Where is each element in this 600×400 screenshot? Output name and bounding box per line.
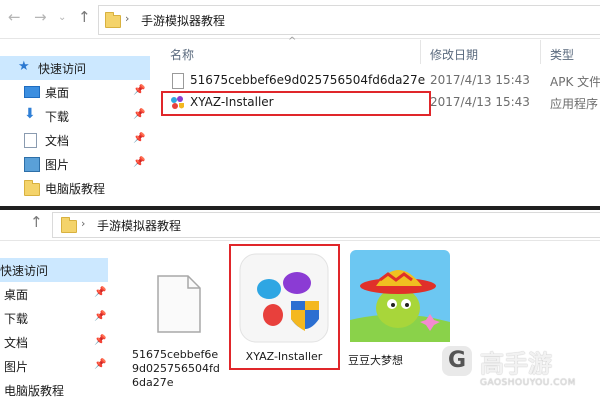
folder-icon [105, 12, 121, 28]
folder-icon [61, 217, 77, 233]
breadcrumb-current[interactable]: 手游模拟器教程 [97, 217, 181, 234]
pin-icon[interactable]: 📌 [133, 157, 145, 168]
pin-icon[interactable]: 📌 [94, 335, 106, 346]
column-header-type[interactable]: 类型 [550, 46, 574, 63]
pin-icon[interactable]: 📌 [133, 133, 145, 144]
file-type: 应用程序 [550, 97, 599, 111]
brand-url: GAOSHOUYOU.COM [480, 378, 576, 388]
blank-file-icon [172, 73, 184, 89]
sidebar-item-desktop[interactable]: 桌面 📌 [0, 282, 108, 306]
up-arrow-icon[interactable]: ↑ [30, 213, 43, 231]
download-icon: ⬇ [24, 106, 36, 122]
sidebar-item-label: 文档 [4, 336, 29, 350]
recent-dropdown-icon[interactable]: ⌄ [58, 12, 66, 23]
picture-icon [24, 157, 40, 172]
tile-label-line: 豆豆大梦想 [348, 354, 403, 367]
pin-icon[interactable]: 📌 [133, 109, 145, 120]
address-bar: ← → ⌄ ↑ › 手游模拟器教程 [0, 0, 600, 39]
sidebar-item-pc-tutorial[interactable]: 电脑版教程 [0, 176, 150, 200]
file-name: 51675cebbef6e9d025756504fd6da27e [190, 73, 426, 87]
pin-icon[interactable]: 📌 [94, 359, 106, 370]
tile-label-line: 51675cebbef6e [132, 348, 219, 361]
highlight-box [161, 91, 431, 116]
sidebar-item-downloads[interactable]: 下载 📌 [0, 306, 108, 330]
tile-label-line: 6da27e [132, 376, 174, 389]
sidebar-item-label: 图片 [4, 360, 29, 374]
column-header-date[interactable]: 修改日期 [430, 46, 478, 63]
pin-icon[interactable]: 📌 [94, 311, 106, 322]
sidebar-item-quick-access[interactable]: 快速访问 [0, 258, 108, 282]
sidebar-item-pictures[interactable]: 图片 📌 [0, 354, 108, 378]
sidebar-item-label: 下载 [4, 312, 29, 326]
blank-file-icon [157, 275, 201, 333]
top-explorer-window: ← → ⌄ ↑ › 手游模拟器教程 ★ 快速访问 桌面 📌 ⬇ 下载 📌 文档 … [0, 0, 600, 206]
chevron-right-icon[interactable]: › [81, 217, 85, 230]
highlight-box [229, 244, 340, 370]
sidebar-item-label: 电脑版教程 [4, 384, 65, 398]
brand-name: 高手游 [480, 350, 552, 378]
file-date: 2017/4/13 15:43 [430, 95, 530, 109]
forward-arrow-icon[interactable]: → [34, 8, 47, 26]
address-field[interactable]: › 手游模拟器教程 [52, 212, 600, 238]
breadcrumb-current[interactable]: 手游模拟器教程 [141, 12, 225, 29]
sidebar-item-label: 文档 [45, 134, 70, 148]
file-date: 2017/4/13 15:43 [430, 73, 530, 87]
folder-icon [24, 180, 40, 196]
sidebar-item-documents[interactable]: 文档 📌 [0, 330, 108, 354]
sidebar-item-label: 图片 [45, 158, 70, 172]
column-header-name[interactable]: 名称 [170, 46, 194, 63]
game-bean-icon [350, 250, 450, 342]
file-tile[interactable]: 豆豆大梦想 [348, 246, 452, 367]
sidebar-item-label: 快速访问 [0, 264, 49, 278]
column-divider[interactable] [420, 40, 421, 64]
sidebar-item-label: 电脑版教程 [45, 182, 106, 196]
sidebar-item-pictures[interactable]: 图片 📌 [0, 152, 150, 176]
brand-logo: G [442, 346, 472, 376]
address-field[interactable]: › 手游模拟器教程 [98, 5, 600, 35]
tile-label-line: 9d025756504fd [132, 362, 220, 375]
sidebar-item-downloads[interactable]: ⬇ 下载 📌 [0, 104, 150, 128]
file-tile[interactable]: 51675cebbef6e 9d025756504fd 6da27e [130, 250, 226, 390]
sort-caret-icon: ^ [288, 36, 297, 47]
sidebar-item-label: 下载 [45, 110, 70, 124]
address-bar: ↑ › 手游模拟器教程 [0, 210, 600, 241]
sidebar-item-pc-tutorial[interactable]: 电脑版教程 [0, 378, 108, 400]
star-icon: ★ [18, 59, 30, 74]
pin-icon[interactable]: 📌 [94, 287, 106, 298]
file-row[interactable]: 51675cebbef6e9d025756504fd6da27e 2017/4/… [160, 70, 600, 92]
document-icon [24, 133, 37, 148]
sidebar-item-label: 桌面 [45, 86, 70, 100]
sidebar-item-desktop[interactable]: 桌面 📌 [0, 80, 150, 104]
sidebar-item-label: 桌面 [4, 288, 29, 302]
chevron-right-icon[interactable]: › [125, 12, 129, 25]
pin-icon[interactable]: 📌 [133, 85, 145, 96]
watermark: G 高手游 GAOSHOUYOU.COM [438, 340, 600, 396]
desktop-icon [24, 86, 40, 98]
file-type: APK 文件 [550, 75, 600, 89]
sidebar-item-documents[interactable]: 文档 📌 [0, 128, 150, 152]
column-divider[interactable] [540, 40, 541, 64]
up-arrow-icon[interactable]: ↑ [78, 8, 91, 26]
sidebar-item-quick-access[interactable]: ★ 快速访问 [0, 56, 150, 80]
sidebar-item-label: 快速访问 [38, 62, 87, 76]
back-arrow-icon[interactable]: ← [8, 8, 21, 26]
bottom-explorer-window: ↑ › 手游模拟器教程 快速访问 桌面 📌 下载 📌 文档 📌 图片 📌 电脑版… [0, 210, 600, 400]
